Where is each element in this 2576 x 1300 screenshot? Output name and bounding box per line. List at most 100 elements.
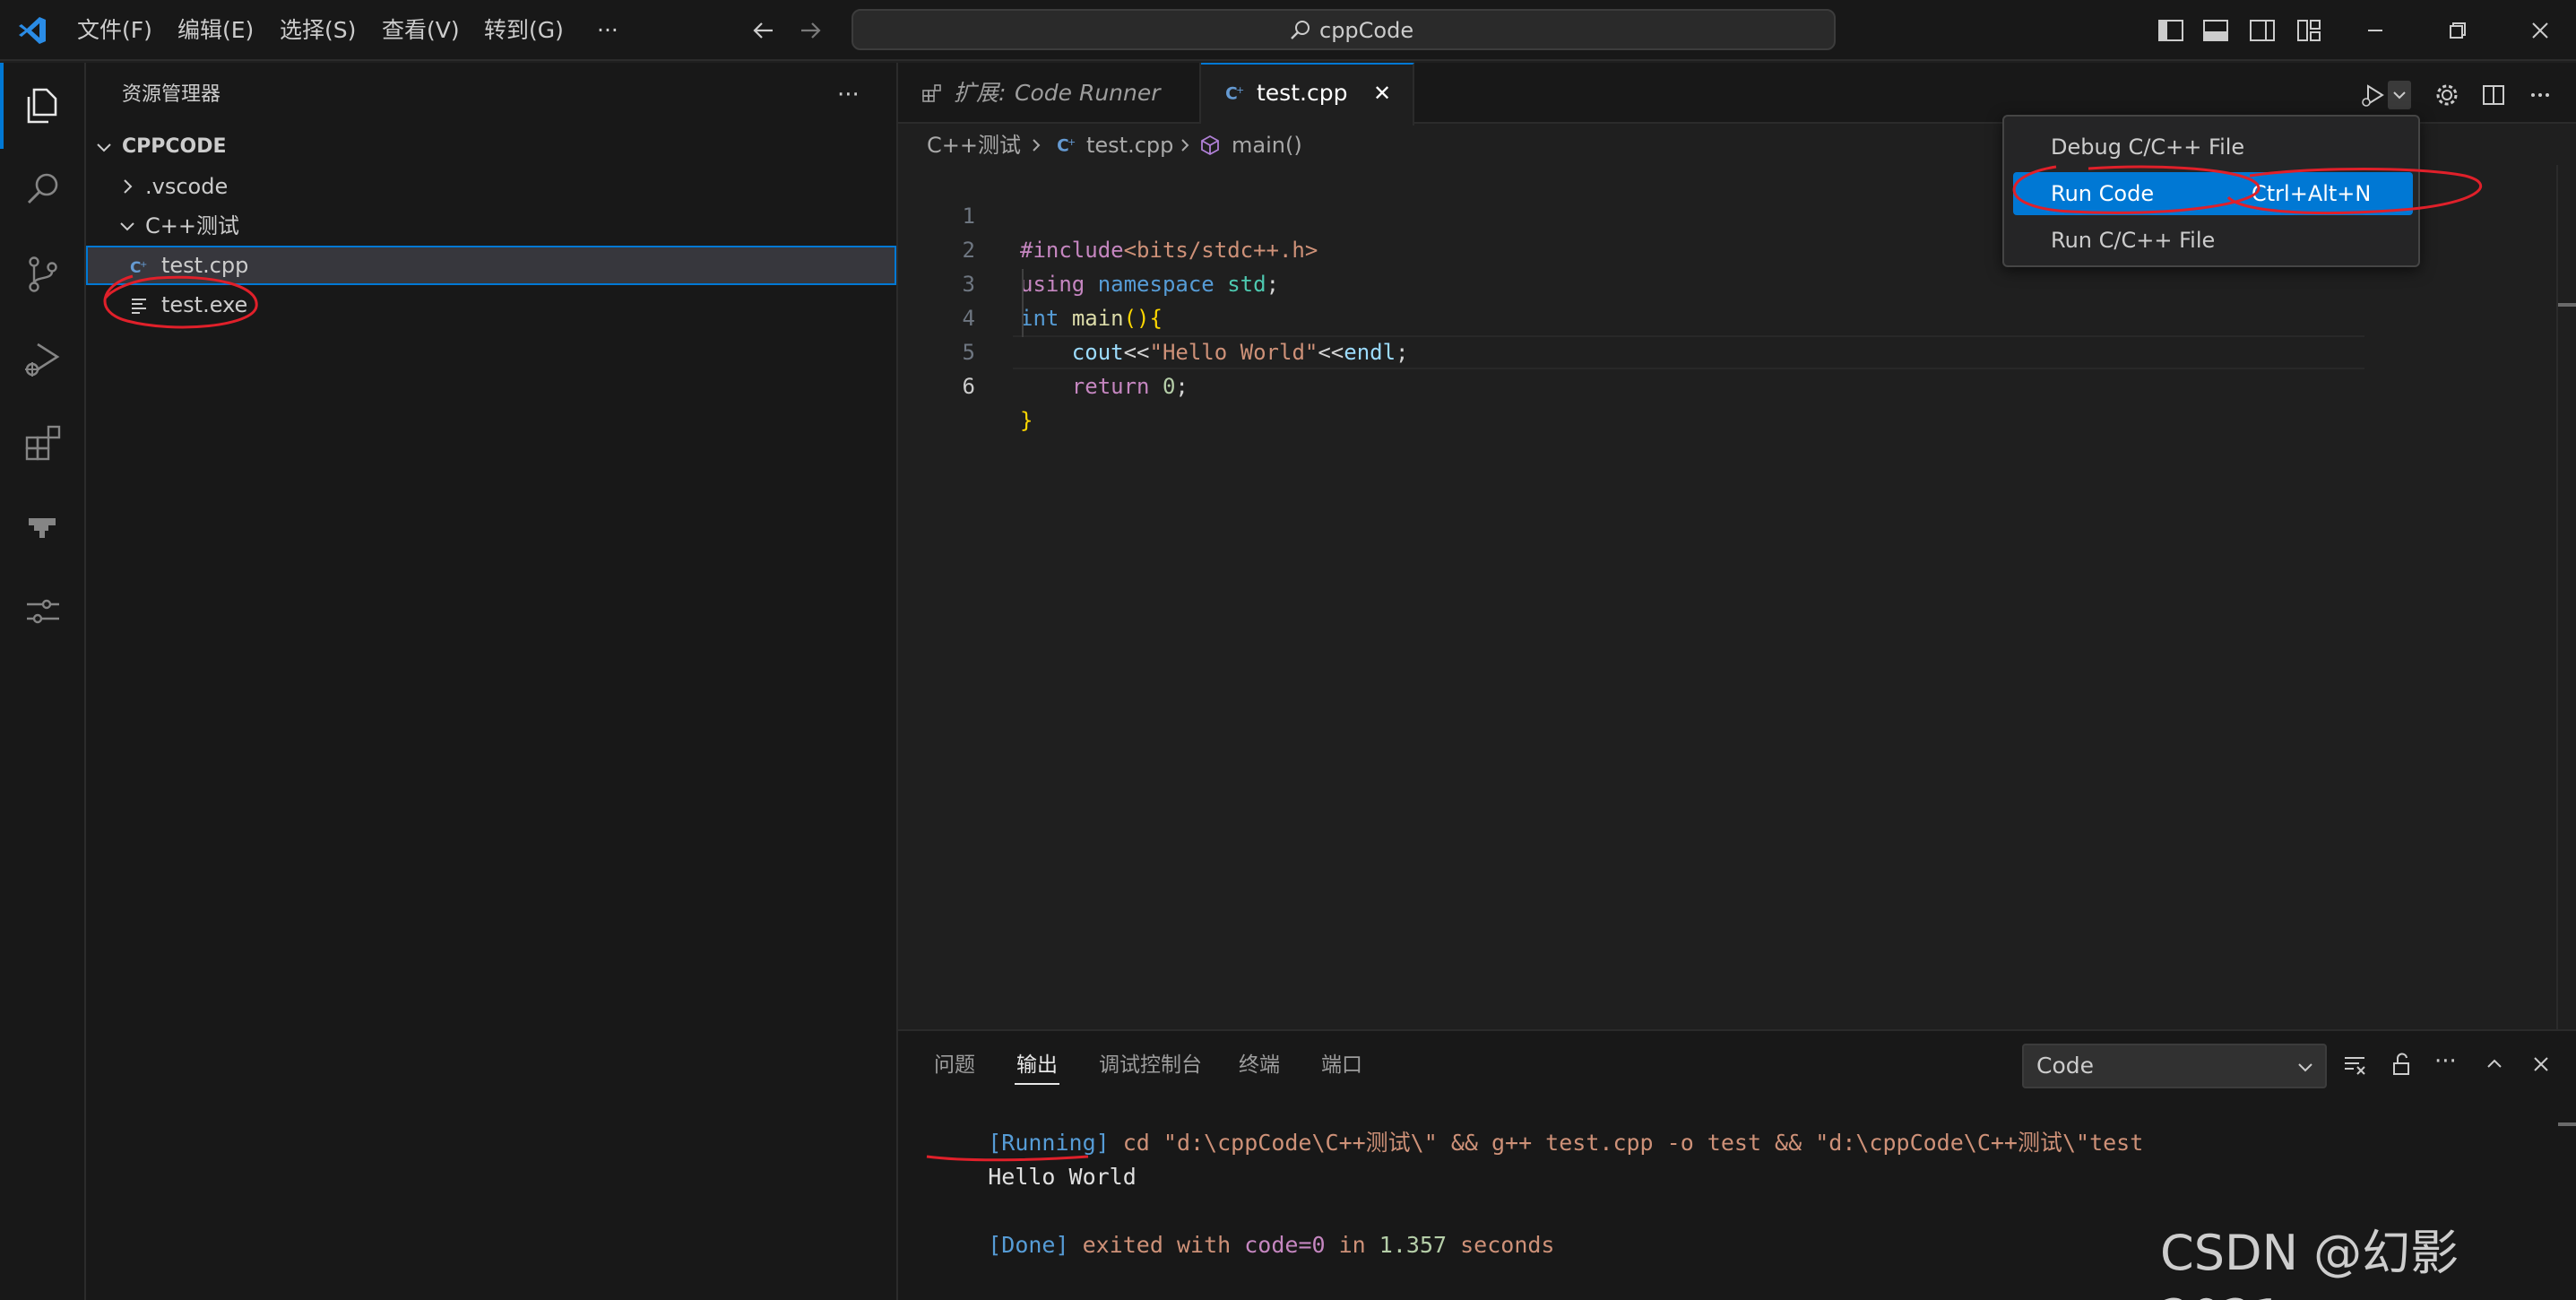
- output-channel-select[interactable]: Code: [2022, 1044, 2327, 1088]
- tab-test-cpp[interactable]: C + test.cpp ✕: [1201, 63, 1414, 126]
- token: code=0: [1244, 1232, 1326, 1258]
- run-and-debug-icon[interactable]: [22, 337, 65, 380]
- output-command: cd "d:\cppCode\C++测试\" && g++ test.cpp -…: [1122, 1130, 2144, 1156]
- source-control-icon[interactable]: [22, 253, 65, 296]
- panel-tab-problems[interactable]: 问题: [934, 1031, 975, 1099]
- token: ;: [1175, 374, 1189, 399]
- search-text: cppCode: [1319, 18, 1414, 43]
- cpp-file-icon: C+: [1225, 84, 1244, 104]
- panel-tab-debug-console[interactable]: 调试控制台: [1099, 1031, 1202, 1099]
- close-panel-icon[interactable]: [2528, 1051, 2554, 1078]
- menu-item-run-code[interactable]: Run Code Ctrl+Alt+N: [2013, 172, 2413, 215]
- sidebar-more-actions[interactable]: ···: [837, 81, 866, 109]
- search-icon[interactable]: [22, 169, 65, 212]
- tree-item-cpp-test-folder[interactable]: C++测试: [86, 206, 896, 246]
- token: exited: [1082, 1232, 1163, 1258]
- menu-more[interactable]: ···: [597, 0, 618, 61]
- menu-view[interactable]: 查看(V): [382, 0, 460, 61]
- menu-item-label: Run C/C++ File: [2051, 228, 2216, 253]
- tree-item-test-exe[interactable]: test.exe: [86, 285, 896, 325]
- gear-icon[interactable]: [2433, 81, 2461, 109]
- chevron-right-icon: [124, 179, 133, 194]
- code-line[interactable]: 5 return 0;: [898, 301, 2576, 399]
- panel-tab-output[interactable]: 输出: [1016, 1031, 1058, 1099]
- minimize-icon[interactable]: [2361, 16, 2390, 45]
- toggle-secondary-sidebar-icon[interactable]: [2248, 16, 2277, 45]
- more-actions-icon[interactable]: [2526, 81, 2554, 109]
- menu-file[interactable]: 文件(F): [77, 0, 152, 61]
- explorer-icon[interactable]: [22, 84, 65, 127]
- restore-icon[interactable]: [2443, 16, 2472, 45]
- arrow-left-icon[interactable]: [749, 16, 778, 45]
- remote-explorer-icon[interactable]: [22, 506, 65, 549]
- tree-item-label: test.cpp: [161, 253, 249, 278]
- output-hello: Hello World: [988, 1164, 1137, 1190]
- code-line[interactable]: 6 }: [898, 335, 2576, 433]
- chevron-down-icon: [120, 222, 134, 231]
- active-tab-underline: [1015, 1083, 1059, 1085]
- method-cube-icon: [1201, 134, 1219, 156]
- vscode-logo-icon[interactable]: [16, 14, 48, 47]
- command-center-search[interactable]: cppCode: [851, 9, 1836, 50]
- extensions-icon[interactable]: [22, 421, 65, 464]
- token: in: [1338, 1232, 1366, 1258]
- breadcrumb-file[interactable]: test.cpp: [1086, 126, 1173, 165]
- breadcrumb-folder[interactable]: C++测试: [927, 126, 1021, 165]
- chevron-down-icon: [2298, 1063, 2312, 1072]
- explorer-sidebar: 资源管理器 ··· CPPCODE .vscode C++测试 C + test.…: [86, 63, 898, 1300]
- token: }: [1020, 408, 1033, 433]
- sidebar-title: 资源管理器: [122, 83, 221, 106]
- panel-tab-ports[interactable]: 端口: [1321, 1031, 1362, 1099]
- toggle-panel-icon[interactable]: [2201, 16, 2230, 45]
- run-debug-play-icon[interactable]: [2359, 81, 2388, 109]
- chevron-right-icon: [1181, 139, 1189, 152]
- close-window-icon[interactable]: [2526, 16, 2554, 45]
- tab-close-icon[interactable]: ✕: [1373, 63, 1391, 124]
- clear-output-icon[interactable]: [2341, 1051, 2368, 1078]
- search-icon: [1291, 21, 1310, 39]
- scroll-marker: [2558, 303, 2576, 307]
- token: 0: [1162, 374, 1176, 399]
- arrow-right-icon[interactable]: [796, 16, 825, 45]
- toggle-primary-sidebar-icon[interactable]: [2157, 16, 2185, 45]
- workspace-root-label: CPPCODE: [122, 135, 227, 158]
- token: with: [1176, 1232, 1232, 1258]
- cpp-file-icon: C+: [1057, 136, 1076, 156]
- chevron-down-icon[interactable]: [2388, 81, 2411, 109]
- code-editor[interactable]: 1 #include<bits/stdc++.h> 2 using namesp…: [898, 165, 2576, 1029]
- code-line[interactable]: 4 cout<<"Hello World"<<endl;: [898, 267, 2576, 365]
- line-number: 6: [962, 374, 975, 399]
- tree-item-label: C++测试: [145, 213, 239, 238]
- panel-tab-terminal[interactable]: 终端: [1239, 1031, 1280, 1099]
- split-editor-icon[interactable]: [2479, 81, 2508, 109]
- menu-go[interactable]: 转到(G): [484, 0, 564, 61]
- cpp-file-icon: C+: [130, 259, 147, 277]
- token: seconds: [1460, 1232, 1555, 1258]
- chevron-right-icon: [1033, 139, 1041, 152]
- active-view-indicator: [0, 63, 4, 149]
- tab-code-runner-extension[interactable]: 扩展: Code Runner: [898, 63, 1201, 124]
- menu-item-label: Debug C/C++ File: [2051, 134, 2245, 160]
- output-line: [Done] exited with code=0 in 1.357 secon…: [934, 1194, 1554, 1296]
- activity-bar: [0, 63, 86, 1300]
- customize-layout-icon[interactable]: [2295, 16, 2323, 45]
- workspace-root[interactable]: CPPCODE: [86, 127, 896, 167]
- breadcrumb-symbol[interactable]: main(): [1232, 126, 1302, 165]
- chevron-up-icon[interactable]: [2481, 1051, 2508, 1078]
- tree-item-vscode[interactable]: .vscode: [86, 167, 896, 206]
- menu-item-label: Run Code: [2051, 181, 2155, 206]
- editor-scrollbar[interactable]: [2556, 165, 2558, 1029]
- menu-edit[interactable]: 编辑(E): [177, 0, 254, 61]
- tree-item-test-cpp[interactable]: C + test.cpp: [86, 246, 896, 285]
- menu-item-run-file[interactable]: Run C/C++ File: [2013, 219, 2413, 262]
- token: return: [1071, 374, 1150, 399]
- svg-text:+: +: [140, 260, 147, 270]
- unlock-icon[interactable]: [2388, 1051, 2415, 1078]
- menu-selection[interactable]: 选择(S): [280, 0, 356, 61]
- output-done-tag: [Done]: [988, 1232, 1069, 1258]
- settings-sliders-icon[interactable]: [22, 590, 65, 633]
- panel-more-actions[interactable]: ···: [2434, 1050, 2461, 1078]
- menu-item-debug-file[interactable]: Debug C/C++ File: [2013, 126, 2413, 169]
- tab-label: test.cpp: [1257, 80, 1348, 106]
- token: 1.357: [1379, 1232, 1448, 1258]
